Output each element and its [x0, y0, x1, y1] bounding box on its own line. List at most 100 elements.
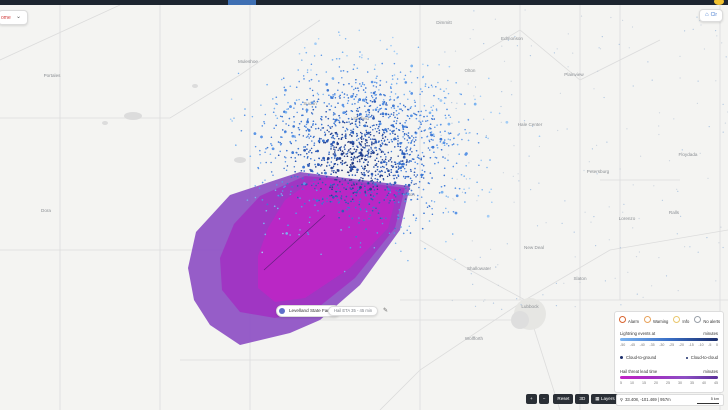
- lightning-strike: [283, 167, 285, 170]
- lightning-strike: [400, 250, 402, 252]
- pencil-icon[interactable]: ✎: [383, 307, 388, 314]
- lightning-strike: [281, 181, 284, 183]
- lightning-strike: [371, 138, 374, 140]
- lightning-strike: [359, 186, 362, 189]
- lightning-strike: [321, 159, 323, 162]
- lightning-strike: [414, 105, 417, 107]
- legend-tick: 5: [620, 381, 622, 385]
- lightning-strike: [334, 123, 336, 126]
- lightning-strike: [393, 112, 395, 114]
- lightning-strike: [370, 194, 372, 196]
- lightning-strike: [406, 175, 408, 178]
- lightning-strike: [399, 189, 401, 191]
- reset-button[interactable]: Reset: [553, 394, 574, 404]
- lightning-strike: [367, 182, 370, 184]
- lightning-strike: [409, 153, 412, 156]
- lightning-strike: [423, 142, 425, 144]
- lightning-strike: [382, 137, 384, 140]
- lightning-strike: [699, 152, 701, 154]
- lightning-strike: [545, 222, 547, 224]
- lightning-strike: [377, 173, 379, 175]
- 3d-toggle-button[interactable]: 3D: [575, 394, 590, 404]
- lightning-strike: [336, 190, 339, 193]
- lightning-strike: [432, 139, 434, 141]
- lightning-strike: [259, 153, 261, 156]
- lightning-strike: [339, 117, 341, 119]
- lightning-strike: [330, 105, 333, 107]
- legend-tick: 15: [642, 381, 646, 385]
- lightning-strike: [335, 57, 338, 60]
- lightning-strike: [347, 206, 349, 209]
- lightning-strike: [367, 156, 369, 158]
- legend-tick: 20: [654, 381, 658, 385]
- lightning-strike: [362, 138, 365, 140]
- lightning-strike: [385, 81, 388, 83]
- status-warning[interactable]: Warning: [643, 316, 668, 324]
- lightning-strike: [340, 161, 342, 164]
- lightning-strike: [390, 184, 393, 186]
- lightning-strike: [306, 71, 309, 74]
- lightning-strike: [420, 157, 423, 160]
- lightning-strike: [364, 115, 367, 118]
- lightning-strike: [447, 159, 449, 162]
- lightning-strike: [343, 121, 346, 124]
- lightning-strike: [642, 296, 644, 298]
- status-no-alerts[interactable]: No alerts: [694, 316, 720, 324]
- lightning-strike: [448, 65, 451, 68]
- lightning-strike: [393, 120, 395, 123]
- lightning-strike: [697, 80, 699, 82]
- lightning-strike: [300, 205, 303, 208]
- lightning-strike: [477, 142, 480, 144]
- lightning-strike: [333, 151, 336, 153]
- lightning-strike: [583, 169, 585, 172]
- lightning-strike: [384, 128, 387, 131]
- lightning-strike: [380, 161, 383, 164]
- lightning-strike: [523, 120, 526, 122]
- lightning-strike: [354, 157, 356, 159]
- lightning-strike: [321, 181, 324, 184]
- lightning-strike: [261, 199, 264, 201]
- status-alarm[interactable]: Alarm: [619, 316, 639, 324]
- lightning-strike: [412, 136, 415, 139]
- lightning-strike: [394, 146, 396, 148]
- lightning-strike: [355, 194, 357, 197]
- zoom-in-button[interactable]: +: [526, 394, 537, 404]
- lightning-strike: [692, 28, 694, 30]
- lightning-strike: [350, 200, 352, 203]
- lightning-strike: [524, 9, 526, 11]
- lightning-strike: [393, 194, 396, 196]
- lightning-strike: [378, 129, 381, 132]
- lightning-strike: [297, 69, 299, 71]
- lightning-strike: [448, 114, 450, 117]
- lightning-strike: [458, 133, 461, 135]
- lightning-strike: [415, 117, 418, 120]
- lightning-strike: [373, 100, 377, 103]
- map-controls: + − Reset 3D ▦ Layers: [526, 394, 619, 404]
- lightning-strike: [306, 231, 309, 234]
- lightning-strike: [408, 117, 411, 120]
- status-info[interactable]: Info: [673, 316, 689, 324]
- lightning-strike: [423, 171, 426, 173]
- lightning-strike: [351, 122, 353, 125]
- lightning-strike: [298, 52, 301, 55]
- lightning-strike: [402, 130, 404, 133]
- lightning-strike: [393, 99, 395, 101]
- lightning-strike: [402, 232, 405, 235]
- lightning-strike: [371, 210, 374, 212]
- clear-button[interactable]: ⌂ Clr: [698, 9, 723, 22]
- lightning-strike: [446, 108, 448, 111]
- place-label: Plainview: [564, 72, 584, 77]
- lightning-strike: [366, 133, 368, 135]
- lightning-strike: [446, 142, 448, 145]
- lightning-strike: [374, 177, 376, 180]
- lightning-strike: [277, 194, 279, 197]
- lightning-strike: [677, 290, 679, 292]
- lightning-strike: [395, 127, 398, 130]
- alert-level-selector[interactable]: ome ⌄: [0, 10, 28, 25]
- lightning-strike: [404, 198, 407, 200]
- zoom-out-button[interactable]: −: [538, 394, 550, 404]
- lightning-strike: [374, 174, 377, 177]
- layers-button[interactable]: ▦ Layers: [591, 394, 619, 404]
- lightning-strike: [428, 128, 430, 130]
- lightning-strike: [321, 198, 324, 200]
